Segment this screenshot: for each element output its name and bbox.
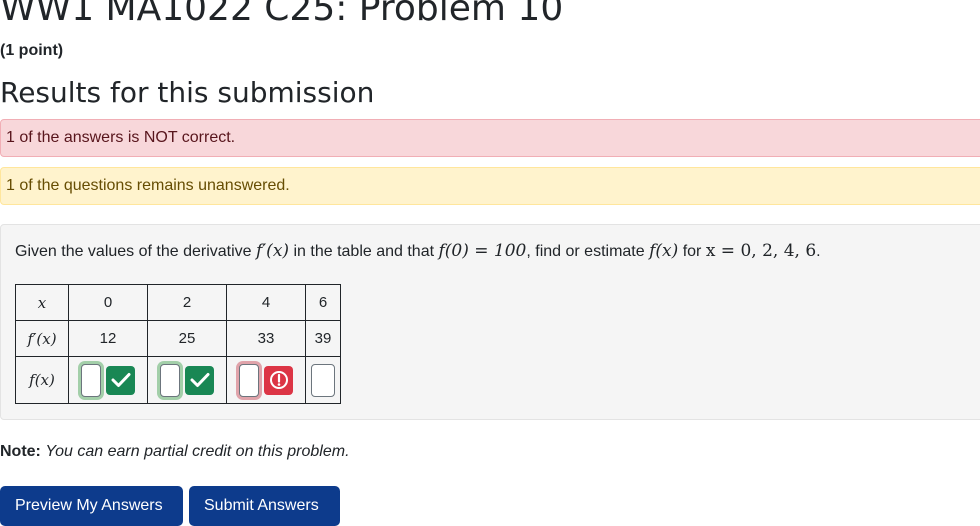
answer-cell	[226, 356, 306, 404]
fprime-value: 39	[305, 320, 341, 357]
note-text: You can earn partial credit on this prob…	[45, 443, 350, 460]
prompt-x-values: x = 0, 2, 4, 6	[705, 241, 817, 261]
alert-circle-icon	[264, 365, 293, 395]
unanswered-alert-text: 1 of the questions remains unanswered.	[6, 177, 290, 194]
prompt-fprime: f′(x)	[256, 241, 290, 261]
answer-input-4[interactable]	[311, 363, 335, 397]
x-value: 0	[68, 284, 148, 321]
fprime-row: f′(x) 12 25 33 39	[15, 320, 341, 357]
unanswered-alert: 1 of the questions remains unanswered.	[0, 167, 980, 205]
x-row: x 0 2 4 6	[15, 284, 341, 321]
prompt-text-5: .	[816, 243, 821, 260]
page-title: WW1 MA1022 C25: Problem 10	[0, 0, 564, 29]
preview-answers-button[interactable]: Preview My Answers	[0, 486, 183, 526]
answer-input-2[interactable]	[160, 363, 180, 397]
note-label: Note:	[0, 443, 41, 460]
prompt-text-4: for	[678, 243, 706, 260]
values-table: x 0 2 4 6 f′(x) 12 25 33 39 f(x)	[15, 284, 341, 404]
prompt-text-3: , find or estimate	[526, 243, 650, 260]
submit-answers-button[interactable]: Submit Answers	[189, 486, 340, 526]
problem-prompt: Given the values of the derivative f′(x)…	[15, 241, 821, 261]
row-label-x: x	[15, 284, 69, 321]
fprime-value: 25	[147, 320, 227, 357]
x-value: 2	[147, 284, 227, 321]
answer-cell	[68, 356, 148, 404]
prompt-fx: f(x)	[649, 241, 679, 261]
prompt-text-2: in the table and that	[289, 243, 439, 260]
answer-cell	[147, 356, 227, 404]
prompt-text-1: Given the values of the derivative	[15, 243, 257, 260]
results-heading: Results for this submission	[0, 76, 375, 109]
answer-input-1[interactable]	[81, 363, 101, 397]
incorrect-alert: 1 of the answers is NOT correct.	[0, 119, 980, 157]
answer-cell	[305, 356, 341, 404]
note: Note: You can earn partial credit on thi…	[0, 443, 350, 461]
answer-input-3[interactable]	[239, 363, 259, 397]
row-label-fprime: f′(x)	[15, 320, 69, 357]
check-icon	[185, 365, 214, 395]
check-icon	[106, 365, 135, 395]
x-value: 4	[226, 284, 306, 321]
row-label-f: f(x)	[15, 356, 69, 404]
x-value: 6	[305, 284, 341, 321]
fprime-value: 33	[226, 320, 306, 357]
incorrect-alert-text: 1 of the answers is NOT correct.	[6, 129, 236, 146]
points-label: (1 point)	[0, 42, 64, 59]
fprime-value: 12	[68, 320, 148, 357]
f-row: f(x)	[15, 356, 341, 404]
prompt-f0: f(0) = 100	[438, 241, 527, 261]
